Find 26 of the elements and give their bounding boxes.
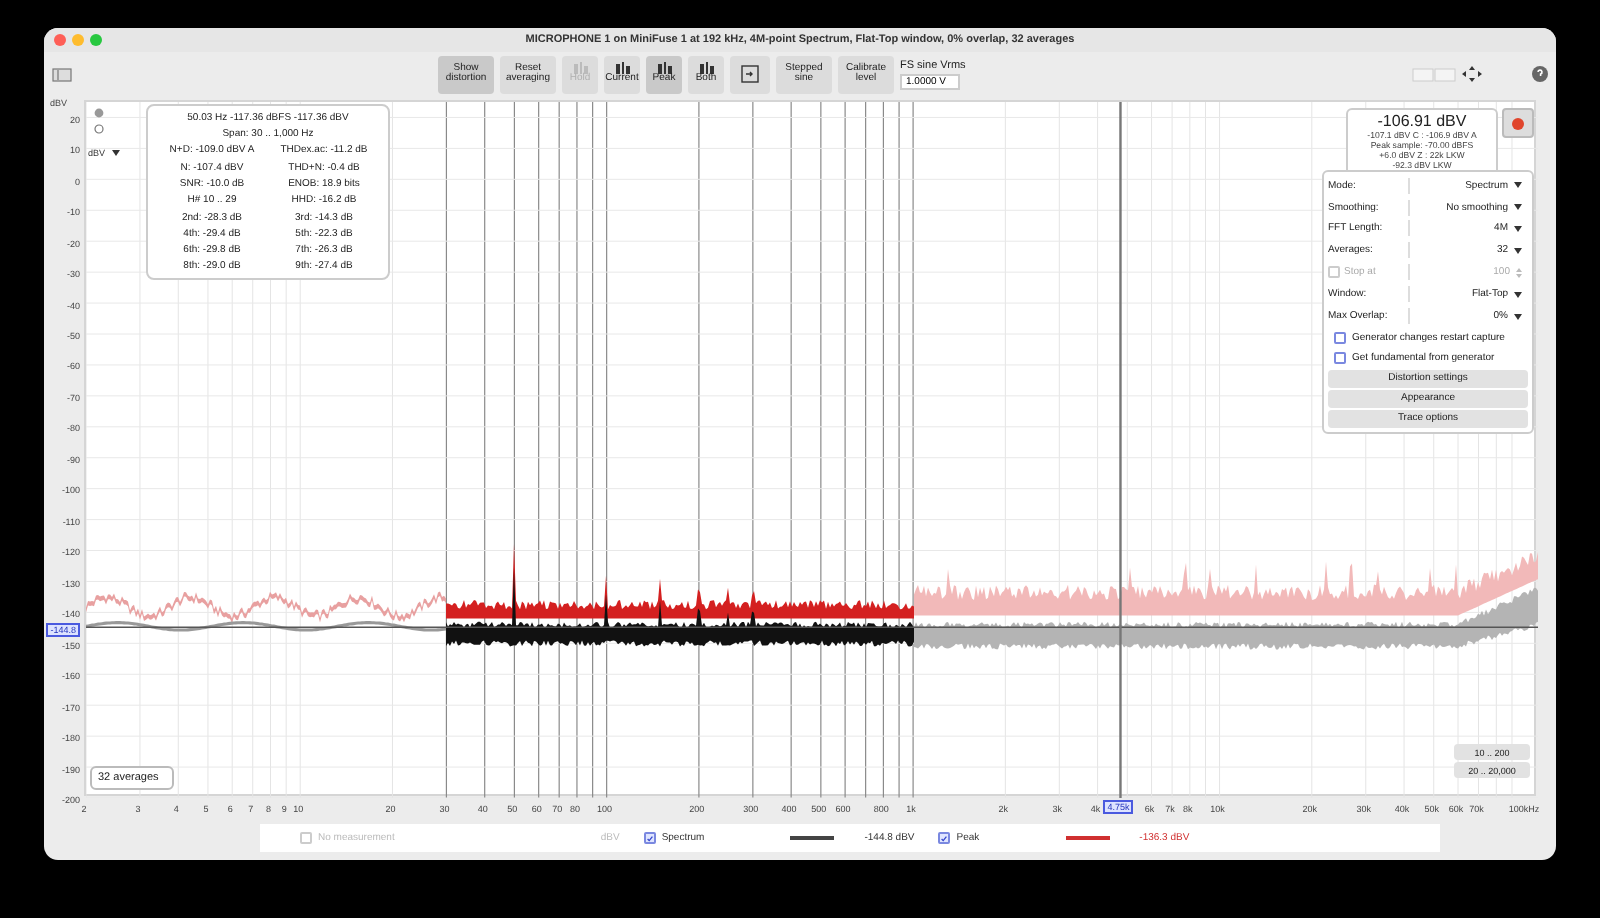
checkbox[interactable] xyxy=(1334,331,1346,344)
capture-button[interactable] xyxy=(730,55,770,93)
checkbox[interactable] xyxy=(938,832,951,844)
caret-icon xyxy=(111,150,120,156)
zoom-icon[interactable] xyxy=(90,34,102,46)
help-icon[interactable] xyxy=(1532,66,1548,82)
sidebar-icon[interactable] xyxy=(52,67,72,81)
arrow-in-frame-icon xyxy=(740,64,760,84)
record-button[interactable] xyxy=(1502,108,1534,138)
caret-icon xyxy=(1514,225,1522,232)
level-value: -106.91 dBV xyxy=(1377,112,1467,130)
caret-icon xyxy=(1514,204,1522,211)
close-icon[interactable] xyxy=(54,34,66,46)
caret-icon xyxy=(1514,247,1522,254)
move-icon[interactable] xyxy=(1462,66,1482,82)
caret-icon xyxy=(1514,313,1522,320)
bar-chart-icon xyxy=(699,62,713,75)
caret-icon xyxy=(1514,291,1522,298)
checkbox[interactable] xyxy=(643,832,656,844)
checkbox[interactable] xyxy=(1334,352,1346,365)
bar-chart-icon xyxy=(657,62,671,75)
bar-chart-icon xyxy=(573,62,587,75)
record-icon xyxy=(1512,117,1524,129)
bar-chart-icon xyxy=(615,62,629,75)
stepper-arrows-icon xyxy=(1516,267,1522,278)
caret-icon xyxy=(1514,182,1522,189)
